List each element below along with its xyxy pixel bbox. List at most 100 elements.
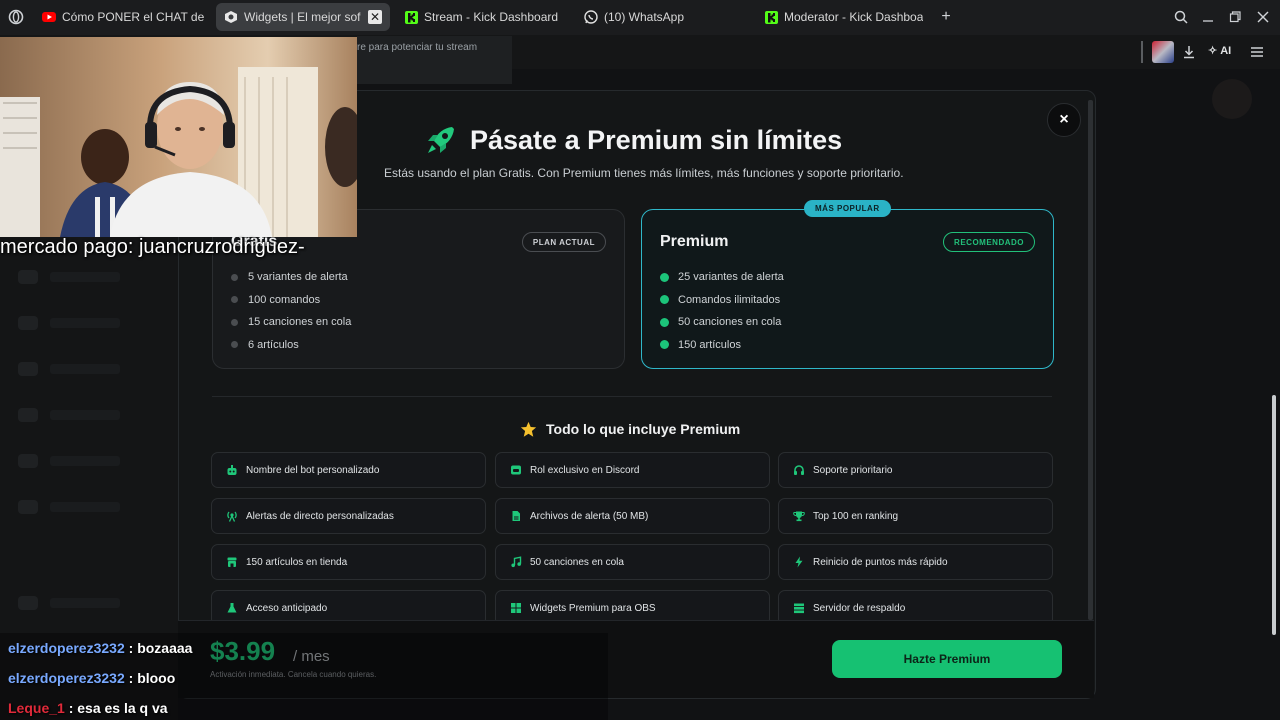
restore-icon[interactable]: [1227, 9, 1243, 25]
chat-separator: :: [124, 670, 138, 686]
close-modal-button[interactable]: ×: [1047, 103, 1081, 137]
section-divider: [212, 396, 1052, 397]
plan-feature: 15 canciones en cola: [231, 311, 351, 334]
feature-label: Servidor de respaldo: [813, 602, 906, 614]
close-tab-icon[interactable]: ✕: [368, 10, 382, 24]
kick-icon: [764, 10, 778, 24]
plan-feature-label: 25 variantes de alerta: [678, 271, 784, 284]
feature-item: 50 canciones en cola: [495, 544, 770, 580]
sidebar-placeholder-row: [18, 269, 158, 285]
plan-feature-label: 50 canciones en cola: [678, 316, 782, 329]
music-icon: [510, 556, 522, 568]
bullet-dot-icon: [660, 272, 669, 282]
plan-feature: 50 canciones en cola: [660, 311, 784, 334]
plan-feature-label: 5 variantes de alerta: [248, 271, 348, 284]
file-icon: [510, 510, 522, 522]
feature-item: Rol exclusivo en Discord: [495, 452, 770, 488]
tab-kick-moderator[interactable]: Moderator - Kick Dashboa: [764, 3, 924, 31]
discord-icon: [510, 464, 522, 476]
opera-logo-icon[interactable]: [8, 9, 24, 25]
close-window-icon[interactable]: [1255, 9, 1271, 25]
current-plan-badge: PLAN ACTUAL: [521, 232, 606, 252]
plan-feature-label: 100 comandos: [248, 293, 321, 306]
chat-separator: :: [124, 640, 138, 656]
plan-feature-label: 15 canciones en cola: [248, 316, 352, 329]
feature-label: Reinicio de puntos más rápido: [813, 556, 948, 568]
plan-feature: 25 variantes de alerta: [660, 266, 784, 289]
feature-label: Widgets Premium para OBS: [530, 602, 656, 614]
page-scrollbar[interactable]: [1272, 395, 1276, 635]
search-icon[interactable]: [1173, 9, 1189, 25]
extension-avatar-icon[interactable]: [1152, 41, 1174, 63]
tab-youtube[interactable]: Cómo PONER el CHAT de: [38, 3, 210, 31]
chat-message: Leque_1 : esa es la q va: [8, 700, 168, 716]
sidebar-placeholder-row: [18, 453, 158, 469]
feature-label: 150 artículos en tienda: [246, 556, 348, 568]
sidebar-placeholder-row: [18, 361, 158, 377]
tab-whatsapp[interactable]: (10) WhatsApp: [584, 3, 754, 31]
new-tab-icon[interactable]: +: [938, 8, 954, 25]
go-premium-button[interactable]: Hazte Premium: [832, 640, 1062, 678]
minimize-icon[interactable]: [1200, 9, 1216, 25]
plan-card-premium[interactable]: Premium RECOMENDADO 25 variantes de aler…: [641, 209, 1054, 369]
flask-icon: [226, 602, 238, 614]
bullet-dot-icon: [231, 296, 238, 304]
download-icon[interactable]: [1182, 45, 1196, 64]
chat-text: esa es la q va: [77, 700, 168, 716]
plan-feature: 100 comandos: [231, 289, 351, 312]
bullet-dot-icon: [660, 317, 669, 327]
sidebar-placeholder-row: [18, 315, 158, 331]
toolbar-divider: [1141, 41, 1143, 63]
server-icon: [793, 602, 805, 614]
star-icon: [520, 421, 537, 437]
modal-title: Pásate a Premium sin límites: [424, 120, 842, 160]
modal-scrollbar[interactable]: [1088, 100, 1093, 620]
tab-label: Widgets | El mejor sof: [244, 10, 361, 24]
feature-label: Top 100 en ranking: [813, 510, 899, 522]
bolt-icon: [793, 556, 805, 568]
bullet-dot-icon: [231, 318, 238, 326]
plan-feature-label: 6 artículos: [248, 338, 299, 351]
feature-item: Archivos de alerta (50 MB): [495, 498, 770, 534]
headset-icon: [793, 464, 805, 476]
bullet-dot-icon: [231, 273, 238, 281]
webcam-overlay: [0, 37, 357, 237]
close-icon: ×: [1059, 111, 1069, 128]
broadcast-icon: [226, 510, 238, 522]
plan-feature-list: 5 variantes de alerta 100 comandos 15 ca…: [231, 266, 351, 356]
feature-item: 150 artículos en tienda: [211, 544, 486, 580]
chat-text: blooo: [137, 670, 176, 686]
features-title-text: Todo lo que incluye Premium: [546, 421, 741, 437]
feature-label: 50 canciones en cola: [530, 556, 624, 568]
feature-label: Rol exclusivo en Discord: [530, 464, 640, 476]
feature-item: Alertas de directo personalizadas: [211, 498, 486, 534]
plan-feature: 150 artículos: [660, 334, 784, 357]
feature-label: Nombre del bot personalizado: [246, 464, 380, 476]
tab-kick-stream[interactable]: Stream - Kick Dashboard: [404, 3, 574, 31]
browser-tab-bar: Cómo PONER el CHAT de Widgets | El mejor…: [0, 0, 1280, 35]
plan-feature: Comandos ilimitados: [660, 289, 784, 312]
feature-label: Soporte prioritario: [813, 464, 893, 476]
tab-widgets[interactable]: Widgets | El mejor sof ✕: [216, 3, 390, 31]
sparkle-icon: ✧: [1208, 45, 1218, 57]
ai-label: AI: [1220, 44, 1232, 57]
bullet-dot-icon: [231, 341, 238, 349]
chat-text: bozaaaa: [137, 640, 193, 656]
plan-feature-label: Comandos ilimitados: [678, 293, 781, 306]
sidebar-placeholder-row: [18, 595, 158, 611]
grid-icon: [510, 602, 522, 614]
feature-label: Archivos de alerta (50 MB): [530, 510, 649, 522]
menu-icon[interactable]: [1250, 45, 1264, 64]
chat-message: elzerdoperez3232 : bozaaaa: [8, 640, 192, 656]
tab-label: Cómo PONER el CHAT de: [62, 10, 205, 24]
tab-label: Moderator - Kick Dashboa: [784, 10, 924, 24]
bullet-dot-icon: [660, 295, 669, 305]
trophy-icon: [793, 510, 805, 522]
recommended-badge: RECOMENDADO: [943, 232, 1035, 252]
ai-button[interactable]: ✧ AI: [1208, 44, 1232, 58]
whatsapp-icon: [584, 10, 598, 24]
site-icon: [224, 10, 238, 24]
features-title: Todo lo que incluye Premium: [520, 419, 740, 439]
chat-username: elzerdoperez3232: [8, 640, 125, 656]
feature-item: Reinicio de puntos más rápido: [778, 544, 1053, 580]
